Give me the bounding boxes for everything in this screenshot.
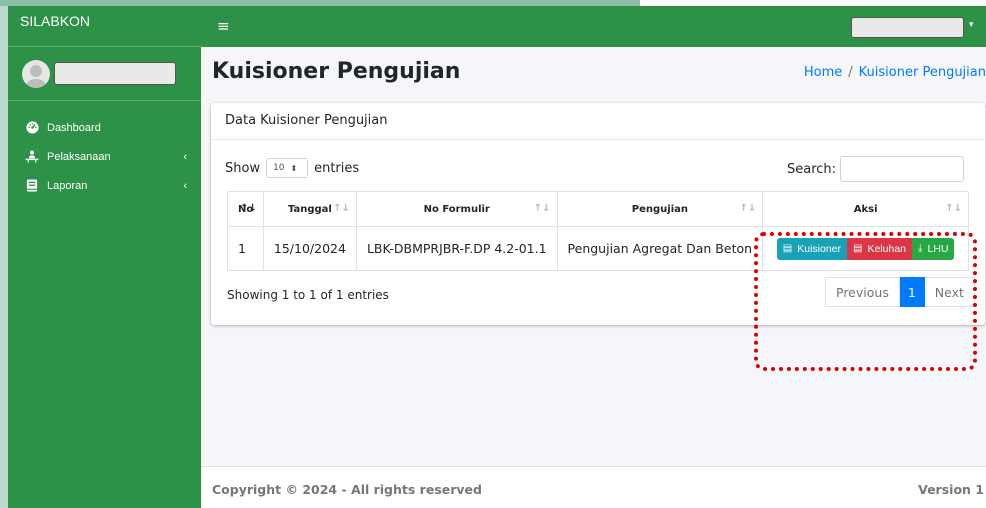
breadcrumb-current: Kuisioner Pengujian bbox=[858, 65, 986, 80]
user-chalkboard-icon bbox=[25, 150, 39, 164]
content-wrapper: Kuisioner Pengujian Home / Kuisioner Pengu… bbox=[201, 47, 986, 466]
column-header-no[interactable]: No ↑↓ bbox=[227, 191, 264, 227]
entries-label: entries bbox=[314, 160, 360, 176]
chevron-left-icon: ‹ bbox=[183, 179, 187, 192]
table-header-row: No ↑↓ Tanggal ↑↓ No Formulir ↑↓ Pengujian ↑↓… bbox=[227, 191, 969, 227]
show-label: Show bbox=[225, 160, 261, 176]
keluhan-button[interactable]: ▤ Keluhan bbox=[847, 237, 913, 260]
data-table: No ↑↓ Tanggal ↑↓ No Formulir ↑↓ Pengujian ↑↓… bbox=[227, 191, 969, 271]
column-header-label: Pengujian bbox=[631, 203, 689, 215]
download-icon: ⤓ bbox=[918, 243, 923, 254]
kuisioner-button-label: Kuisioner bbox=[797, 242, 842, 255]
column-header-no-formulir[interactable]: No Formulir ↑↓ bbox=[355, 191, 558, 227]
sidebar-item-laporan[interactable]: Laporan ‹ bbox=[8, 171, 201, 200]
column-header-label: Aksi bbox=[853, 203, 878, 215]
lhu-button-label: LHU bbox=[927, 242, 949, 255]
book-icon: ▤ bbox=[853, 243, 863, 254]
chevron-left-icon: ‹ bbox=[183, 150, 187, 163]
user-name-box[interactable] bbox=[54, 62, 176, 85]
sort-icon: ↑↓ bbox=[739, 203, 757, 214]
brand-link[interactable]: SILABKON bbox=[8, 6, 201, 47]
top-navbar: ≡ ▾ bbox=[201, 6, 986, 47]
cell-aksi: ▤ Kuisioner ▤ Keluhan ⤓ LHU bbox=[762, 226, 969, 271]
book-icon bbox=[25, 179, 39, 193]
column-header-tanggal[interactable]: Tanggal ↑↓ bbox=[262, 191, 357, 227]
breadcrumb-separator: / bbox=[848, 65, 853, 80]
entries-select[interactable]: 10 ⬍ bbox=[266, 158, 309, 178]
search-input[interactable] bbox=[840, 156, 965, 182]
user-panel bbox=[8, 47, 201, 101]
pagination-next[interactable]: Next bbox=[924, 277, 975, 307]
pagination-page-1[interactable]: 1 bbox=[899, 277, 925, 307]
pagination: Previous 1 Next bbox=[825, 277, 975, 307]
pagination-previous[interactable]: Previous bbox=[825, 277, 900, 307]
entries-select-value: 10 bbox=[273, 163, 285, 173]
sidebar-item-pelaksanaan[interactable]: Pelaksanaan ‹ bbox=[8, 142, 201, 171]
breadcrumb: Home / Kuisioner Pengujian bbox=[804, 65, 986, 80]
menu-toggle-icon[interactable]: ≡ bbox=[217, 17, 230, 35]
cell-tanggal: 15/10/2024 bbox=[262, 226, 357, 271]
breadcrumb-home[interactable]: Home bbox=[804, 65, 842, 80]
page-title: Kuisioner Pengujian bbox=[212, 59, 461, 84]
footer-copyright: Copyright © 2024 - All rights reserved bbox=[212, 482, 482, 497]
card-title: Data Kuisioner Pengujian bbox=[211, 103, 985, 140]
book-icon: ▤ bbox=[782, 243, 793, 254]
sidebar-item-label: Dashboard bbox=[47, 121, 101, 134]
search-wrapper: Search: bbox=[787, 156, 965, 182]
sort-icon: ↑↓ bbox=[533, 203, 551, 214]
show-entries: Show 10 ⬍ entries bbox=[225, 158, 359, 178]
search-label: Search: bbox=[787, 161, 837, 177]
table-info: Showing 1 to 1 of 1 entries bbox=[227, 288, 389, 302]
column-header-aksi[interactable]: Aksi ↑↓ bbox=[762, 191, 969, 227]
sidebar-item-label: Pelaksanaan bbox=[47, 150, 111, 163]
keluhan-button-label: Keluhan bbox=[867, 242, 907, 255]
background-panel bbox=[0, 6, 8, 508]
footer: Copyright © 2024 - All rights reserved V… bbox=[201, 466, 986, 508]
sidebar-item-dashboard[interactable]: Dashboard bbox=[8, 113, 201, 142]
sidebar-item-label: Laporan bbox=[47, 179, 88, 192]
column-header-label: Tanggal bbox=[287, 203, 332, 215]
sidebar-nav: Dashboard Pelaksanaan ‹ Laporan ‹ bbox=[8, 101, 201, 200]
sort-icon: ↑↓ bbox=[333, 203, 350, 214]
sort-asc-icon: ↑↓ bbox=[240, 203, 257, 214]
kuisioner-button[interactable]: ▤ Kuisioner bbox=[776, 237, 848, 260]
sort-icon: ↑↓ bbox=[945, 203, 962, 214]
cell-no-formulir: LBK-DBMPRJBR-F.DP 4.2-01.1 bbox=[355, 226, 558, 271]
sidebar: SILABKON Dashboard Pelaksanaan ‹ Laporan… bbox=[8, 6, 201, 508]
table-row: 1 15/10/2024 LBK-DBMPRJBR-F.DP 4.2-01.1 … bbox=[227, 226, 969, 271]
table-controls: Show 10 ⬍ entries Search: bbox=[211, 154, 985, 182]
column-header-label: No Formulir bbox=[423, 203, 490, 215]
column-header-pengujian[interactable]: Pengujian ↑↓ bbox=[556, 191, 764, 227]
user-menu-box[interactable] bbox=[851, 17, 964, 38]
cell-pengujian: Pengujian Agregat Dan Beton bbox=[556, 226, 764, 271]
user-avatar[interactable] bbox=[22, 59, 50, 88]
data-card: Data Kuisioner Pengujian Show 10 ⬍ entri… bbox=[211, 103, 985, 371]
cell-no: 1 bbox=[227, 226, 264, 271]
caret-down-icon[interactable]: ▾ bbox=[969, 20, 974, 30]
lhu-button[interactable]: ⤓ LHU bbox=[912, 237, 955, 260]
select-arrows-icon: ⬍ bbox=[290, 163, 298, 173]
tachometer-icon bbox=[25, 121, 39, 135]
footer-version: Version 1 bbox=[918, 482, 984, 497]
